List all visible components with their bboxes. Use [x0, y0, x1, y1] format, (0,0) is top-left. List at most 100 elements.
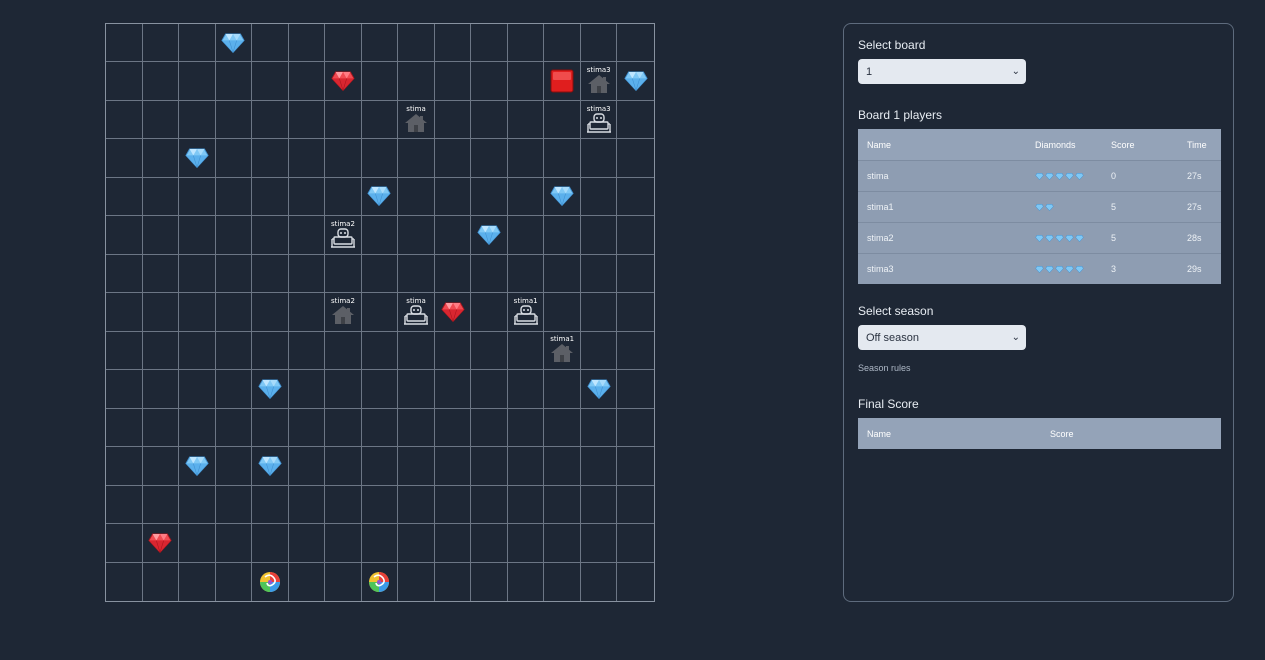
board-cell	[215, 447, 253, 486]
board-cell	[106, 370, 143, 409]
house-icon	[587, 74, 611, 94]
board-cell	[179, 293, 216, 332]
board-cell	[142, 139, 180, 178]
board-cell	[215, 139, 253, 178]
board-cell	[215, 370, 253, 409]
board-cell	[398, 139, 435, 178]
board-cell	[398, 562, 435, 601]
board-cell	[434, 62, 472, 101]
board-cell	[142, 216, 180, 255]
board-cell	[325, 139, 362, 178]
blue-diamond-icon	[1045, 171, 1055, 181]
board-cell	[106, 331, 143, 371]
season-rules-link[interactable]: Season rules	[858, 363, 1219, 373]
blue-diamond-icon	[1035, 171, 1045, 181]
board-cell	[434, 408, 472, 448]
board-cell	[361, 485, 399, 525]
board-cell	[398, 408, 435, 448]
robot-icon	[513, 305, 539, 325]
board-cell	[580, 524, 618, 563]
board-cell	[288, 447, 326, 486]
house-icon	[550, 343, 574, 363]
board-cell	[361, 331, 399, 371]
board-cell	[288, 24, 326, 63]
board-cell	[398, 447, 435, 486]
board-cell	[617, 24, 654, 63]
game-board: stima3 stima stima3 stima2 stima2 stima stima1…	[105, 23, 655, 602]
final-score-header: Name Score	[858, 418, 1221, 449]
board-cell	[471, 254, 508, 294]
board-cell	[106, 254, 143, 294]
board-cell	[398, 177, 435, 217]
players-table-header: Name Diamonds Score Time	[858, 129, 1221, 161]
blue-diamond-icon	[1065, 264, 1075, 274]
board-cell	[106, 562, 143, 601]
board-cell	[361, 370, 399, 409]
board-cell	[288, 100, 326, 140]
board-cell	[617, 139, 654, 178]
robot-icon	[330, 228, 356, 248]
board-cell	[507, 447, 545, 486]
board-cell	[580, 177, 618, 217]
board-cell	[580, 447, 618, 486]
board-cell	[434, 139, 472, 178]
board-cell	[434, 524, 472, 563]
board-cell	[252, 331, 289, 371]
blue-diamond-icon	[258, 379, 282, 399]
blue-diamond-icon	[1075, 171, 1085, 181]
side-panel: Select board 1 ⌄ Board 1 players Name Di…	[843, 23, 1234, 602]
board-cell	[252, 524, 289, 563]
board-cell	[179, 447, 216, 486]
table-row: stima2 5 28s	[858, 222, 1221, 254]
board-cell	[471, 24, 508, 63]
board-cell	[106, 216, 143, 255]
player-time: 27s	[1178, 191, 1221, 223]
board-cell	[507, 62, 545, 101]
board-cell	[361, 139, 399, 178]
board-cell	[361, 524, 399, 563]
cell-player-label: stima	[406, 296, 426, 305]
blue-diamond-icon	[587, 379, 611, 399]
board-cell	[398, 216, 435, 255]
player-diamonds	[1026, 253, 1102, 284]
board-cell	[288, 408, 326, 448]
teleporter-icon	[259, 571, 281, 593]
cell-player-label: stima3	[586, 66, 611, 75]
board-cell	[471, 370, 508, 409]
board-cell	[471, 100, 508, 140]
board-cell	[288, 331, 326, 371]
board-cell: stima2	[325, 216, 362, 255]
board-cell	[215, 177, 253, 217]
board-cell	[507, 408, 545, 448]
board-cell	[252, 177, 289, 217]
board-cell	[179, 139, 216, 178]
board-cell	[471, 293, 508, 332]
board-cell	[106, 177, 143, 217]
cell-player-label: stima2	[331, 220, 355, 229]
col-header-diamonds: Diamonds	[1026, 129, 1102, 161]
robot-icon	[403, 305, 429, 325]
board-cell	[507, 370, 545, 409]
player-name: stima	[858, 160, 1026, 192]
board-cell	[179, 370, 216, 409]
board-cell: stima1	[544, 331, 581, 371]
blue-diamond-icon	[1075, 264, 1085, 274]
board-cell	[106, 139, 143, 178]
board-cell	[507, 331, 545, 371]
board-cell	[106, 524, 143, 563]
board-cell	[544, 485, 581, 525]
board-cell	[361, 216, 399, 255]
board-cell	[179, 216, 216, 255]
select-board-label: Select board	[858, 38, 926, 52]
board-cell	[617, 293, 654, 332]
board-cell	[142, 524, 180, 563]
board-cell	[252, 139, 289, 178]
board-cell: stima1	[507, 293, 545, 332]
board-cell	[325, 100, 362, 140]
board-cell	[544, 447, 581, 486]
board-cell	[179, 254, 216, 294]
season-select[interactable]: Off season ⌄	[858, 325, 1026, 350]
player-diamonds	[1026, 191, 1102, 223]
board-cell	[142, 62, 180, 101]
board-select[interactable]: 1 ⌄	[858, 59, 1026, 84]
